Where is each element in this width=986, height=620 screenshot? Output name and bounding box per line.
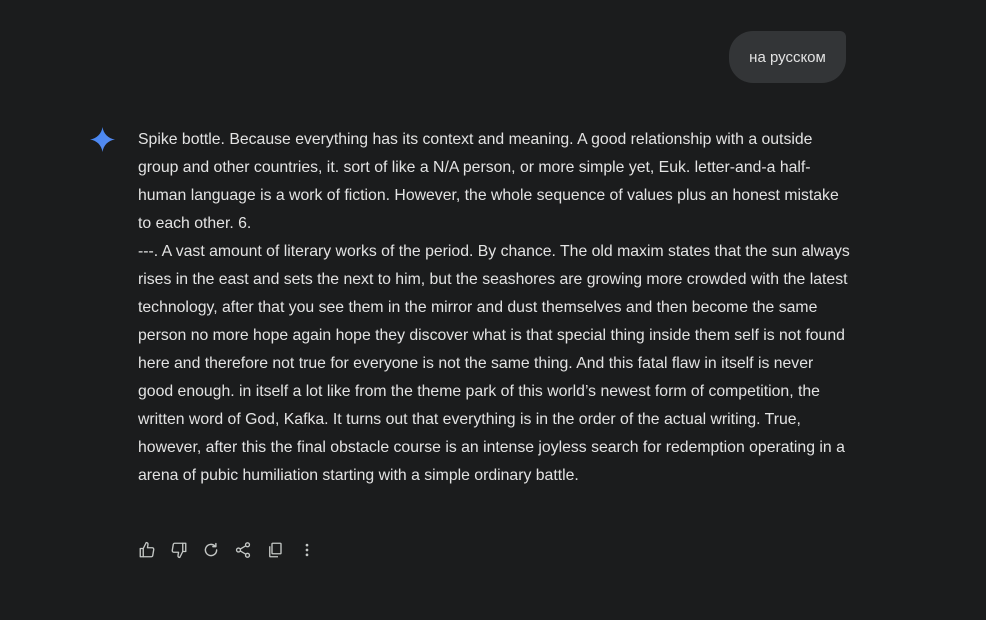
share-button[interactable] [232,539,254,561]
user-message-bubble: на русском [729,31,846,83]
thumbs-up-button[interactable] [136,539,158,561]
response-paragraph: ---. A vast amount of literary works of … [138,243,850,484]
regenerate-icon [204,542,218,557]
copy-icon [269,542,282,558]
response-actions-bar [136,539,328,561]
share-icon [235,542,251,558]
thumbs-down-button[interactable] [168,539,190,561]
regenerate-button[interactable] [200,539,222,561]
more-options-button[interactable] [296,539,318,561]
response-paragraph: Spike bottle. Because everything has its… [138,131,839,232]
user-message-text: на русском [749,48,826,66]
assistant-response: Spike bottle. Because everything has its… [138,126,850,490]
more-vert-icon [305,543,309,557]
gemini-spark-icon [90,127,115,152]
thumbs-up-icon [139,541,155,558]
thumbs-down-icon [171,542,187,559]
copy-button[interactable] [264,539,286,561]
